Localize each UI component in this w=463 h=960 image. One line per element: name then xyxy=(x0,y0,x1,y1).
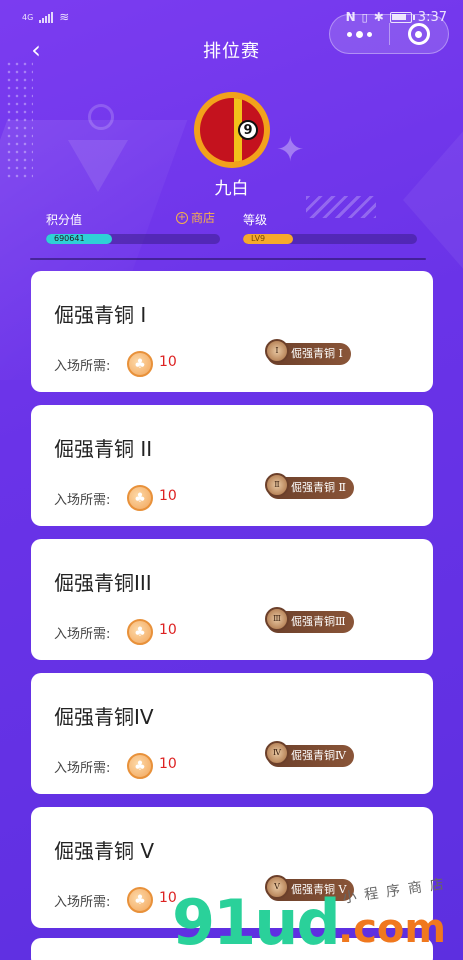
rank-card[interactable]: 倔强青铜 II 入场所需: ♣ 10 Ⅱ 倔强青铜 Ⅱ xyxy=(31,405,433,526)
entry-requirement-label: 入场所需: xyxy=(54,761,111,776)
points-progress-bar: 690641 xyxy=(46,234,220,244)
entry-requirement-value: 10 xyxy=(159,622,177,638)
clover-coin-icon: ♣ xyxy=(127,753,153,779)
entry-requirement-value: 10 xyxy=(159,756,177,772)
rank-title: 倔强青铜 II xyxy=(54,437,153,461)
rank-badge-label: 倔强青铜 Ⅱ xyxy=(291,481,346,494)
username: 九白 xyxy=(214,179,249,199)
level-progress-bar: LV9 xyxy=(243,234,417,244)
network-type: 4G xyxy=(22,12,34,22)
divider xyxy=(30,258,426,260)
rank-title: 倔强青铜 I xyxy=(54,303,147,327)
medal-icon: Ⅱ xyxy=(265,473,289,497)
shop-label: 商店 xyxy=(191,211,216,225)
more-button[interactable] xyxy=(330,15,389,53)
shop-link[interactable]: + 商店 xyxy=(176,209,215,226)
dot-icon xyxy=(355,30,363,38)
points-label: 积分值 xyxy=(46,213,83,227)
medal-icon: Ⅰ xyxy=(265,339,289,363)
rank-title: 倔强青铜IV xyxy=(54,705,154,729)
clover-coin-icon: ♣ xyxy=(127,485,153,511)
rank-badge: Ⅳ 倔强青铜Ⅳ xyxy=(265,741,354,767)
rank-badge-label: 倔强青铜 Ⅰ xyxy=(291,347,343,360)
avatar[interactable]: 9 xyxy=(194,92,270,168)
level-value: LV9 xyxy=(251,234,266,243)
rank-badge-label: 倔强青铜Ⅳ xyxy=(291,749,346,762)
page-title: 排位赛 xyxy=(203,41,260,62)
entry-requirement-value: 10 xyxy=(159,354,177,370)
signal-icon xyxy=(39,11,54,23)
dot-icon xyxy=(346,31,352,37)
entry-requirement-label: 入场所需: xyxy=(54,359,111,374)
plus-circle-icon: + xyxy=(176,211,188,224)
clover-coin-icon: ♣ xyxy=(127,351,153,377)
dot-icon xyxy=(366,31,372,37)
rank-badge: Ⅰ 倔强青铜 Ⅰ xyxy=(265,339,351,365)
entry-requirement-label: 入场所需: xyxy=(54,493,111,508)
entry-requirement-value: 10 xyxy=(159,488,177,504)
close-miniprogram-button[interactable] xyxy=(390,15,449,53)
level-label: 等级 xyxy=(243,213,268,227)
avatar-number: 9 xyxy=(238,120,258,140)
watermark-brand: 91ud xyxy=(172,886,341,959)
medal-icon: Ⅲ xyxy=(265,607,289,631)
medal-icon: Ⅳ xyxy=(265,741,289,765)
watermark-logo: 小程序商店 91ud .com xyxy=(172,875,462,960)
entry-requirement-label: 入场所需: xyxy=(54,895,111,910)
rank-card[interactable]: 倔强青铜III 入场所需: ♣ 10 Ⅲ 倔强青铜Ⅲ xyxy=(31,539,433,660)
rank-title: 倔强青铜 V xyxy=(54,839,155,863)
entry-requirement-label: 入场所需: xyxy=(54,627,111,642)
miniprogram-capsule xyxy=(329,14,449,54)
rank-card[interactable]: 倔强青铜IV 入场所需: ♣ 10 Ⅳ 倔强青铜Ⅳ xyxy=(31,673,433,794)
rank-badge-label: 倔强青铜Ⅲ xyxy=(291,615,346,628)
clover-coin-icon: ♣ xyxy=(127,619,153,645)
watermark-domain: .com xyxy=(338,906,447,952)
rank-badge: Ⅱ 倔强青铜 Ⅱ xyxy=(265,473,354,499)
rank-badge: Ⅲ 倔强青铜Ⅲ xyxy=(265,607,354,633)
clover-coin-icon: ♣ xyxy=(127,887,153,913)
wifi-icon: ≋ xyxy=(59,10,70,24)
chevron-left-icon: ‹ xyxy=(31,36,41,64)
rank-title: 倔强青铜III xyxy=(54,571,152,595)
points-value: 690641 xyxy=(54,234,85,243)
target-icon xyxy=(407,23,430,45)
back-button[interactable]: ‹ xyxy=(22,36,50,64)
rank-card[interactable]: 倔强青铜 I 入场所需: ♣ 10 Ⅰ 倔强青铜 Ⅰ xyxy=(31,271,433,392)
billiard-ball-icon: 9 xyxy=(200,98,264,162)
